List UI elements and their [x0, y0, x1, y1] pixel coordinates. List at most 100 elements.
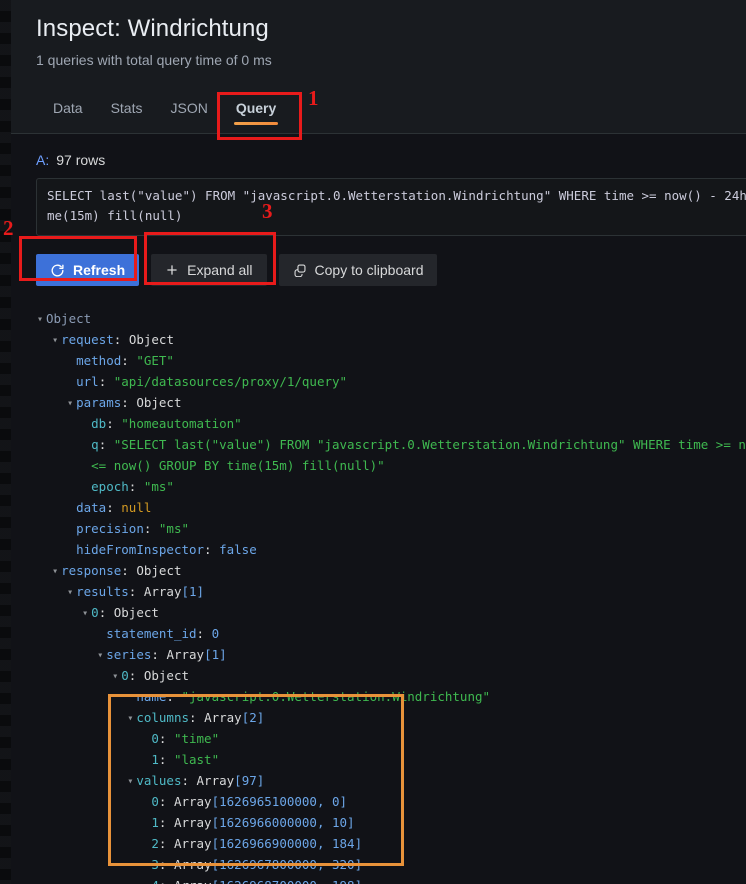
refresh-button-label: Refresh	[73, 262, 126, 278]
json-tree-row[interactable]: 2: Array[1626966900000, 184]	[37, 833, 746, 854]
json-tree-row[interactable]: ▾ Object	[37, 308, 746, 329]
json-array-meta: [1626966900000, 184]	[211, 836, 363, 851]
json-tree-row[interactable]: data: null	[37, 497, 746, 518]
json-tree-row[interactable]: hideFromInspector: false	[37, 539, 746, 560]
json-tree-row[interactable]: precision: "ms"	[37, 518, 746, 539]
json-tree-row[interactable]: statement_id: 0	[37, 623, 746, 644]
json-tree-row[interactable]: name: "javascript.0.Wetterstation.Windri…	[37, 686, 746, 707]
inspector-panel: Inspect: Windrichtung 1 queries with tot…	[11, 0, 746, 884]
json-type: Array	[173, 836, 212, 851]
json-tree-row[interactable]: ▾ response: Object	[37, 560, 746, 581]
query-action-bar: Refresh Expand all Copy to clipboard	[11, 236, 746, 286]
json-key: epoch	[91, 479, 129, 494]
json-array-meta: [1]	[181, 584, 205, 599]
json-separator: :	[143, 521, 159, 536]
json-key: name	[136, 689, 167, 704]
json-tree-row[interactable]: method: "GET"	[37, 350, 746, 371]
json-key: 1	[151, 752, 159, 767]
json-tree-row[interactable]: ▾ results: Array[1]	[37, 581, 746, 602]
json-value: "SELECT last("value") FROM "javascript.0…	[113, 437, 746, 452]
tree-toggle-icon[interactable]: ▾	[112, 666, 121, 687]
json-tree-row[interactable]: 0: "time"	[37, 728, 746, 749]
tab-stats[interactable]: Stats	[97, 92, 157, 130]
json-key: values	[136, 773, 182, 788]
json-tree-row[interactable]: ▾ request: Object	[37, 329, 746, 350]
json-tree-row[interactable]: 0: Array[1626965100000, 0]	[37, 791, 746, 812]
json-key: data	[76, 500, 107, 515]
tab-label: Stats	[110, 100, 143, 116]
json-separator: :	[158, 815, 174, 830]
tab-label: Query	[235, 100, 277, 116]
json-separator: :	[98, 437, 114, 452]
json-value: <= now() GROUP BY time(15m) fill(null)"	[91, 458, 385, 473]
json-separator: :	[189, 710, 205, 725]
json-key: 4	[151, 878, 159, 884]
copy-icon	[293, 263, 307, 277]
tab-label: JSON	[170, 100, 208, 116]
refresh-icon	[50, 263, 65, 278]
inspector-drawer: Inspect: Windrichtung 1 queries with tot…	[0, 0, 746, 884]
tab-data[interactable]: Data	[39, 92, 97, 130]
tree-toggle-icon[interactable]: ▾	[82, 603, 91, 624]
query-refid-label: A:	[36, 152, 50, 168]
json-tree-row[interactable]: ▾ series: Array[1]	[37, 644, 746, 665]
json-tree-row[interactable]: url: "api/datasources/proxy/1/query"	[37, 371, 746, 392]
tree-toggle-icon[interactable]: ▾	[52, 330, 61, 351]
json-separator: :	[166, 689, 182, 704]
json-tree-row[interactable]: ▾ values: Array[97]	[37, 770, 746, 791]
tree-toggle-icon[interactable]: ▾	[52, 561, 61, 582]
tree-toggle-icon[interactable]: ▾	[37, 309, 46, 330]
json-tree-row[interactable]: 4: Array[1626968700000, 198]	[37, 875, 746, 884]
json-key: db	[91, 416, 107, 431]
json-tree-row[interactable]: ▾ params: Object	[37, 392, 746, 413]
json-tree-row[interactable]: epoch: "ms"	[37, 476, 746, 497]
json-separator: :	[158, 794, 174, 809]
json-separator: :	[121, 353, 137, 368]
tree-toggle-icon[interactable]: ▾	[97, 645, 106, 666]
json-type: Array	[204, 710, 242, 725]
json-tree-row[interactable]: ▾ 0: Object	[37, 665, 746, 686]
json-separator: :	[158, 836, 174, 851]
json-tree-row[interactable]: 3: Array[1626967800000, 320]	[37, 854, 746, 875]
tree-toggle-icon[interactable]: ▾	[127, 708, 136, 729]
json-key: 3	[151, 857, 159, 872]
json-tree-row[interactable]: q: "SELECT last("value") FROM "javascrip…	[37, 434, 746, 455]
tab-active-indicator	[233, 122, 279, 125]
json-key: response	[61, 563, 122, 578]
inspector-header: Inspect: Windrichtung 1 queries with tot…	[11, 0, 746, 70]
json-tree-row[interactable]: <= now() GROUP BY time(15m) fill(null)"	[37, 455, 746, 476]
json-key: 0	[151, 731, 159, 746]
json-type: Object	[113, 605, 159, 620]
json-tree-row[interactable]: 1: "last"	[37, 749, 746, 770]
json-separator: :	[158, 752, 174, 767]
tab-query[interactable]: Query	[222, 92, 290, 130]
json-value: "time"	[173, 731, 220, 746]
json-tree-row[interactable]: db: "homeautomation"	[37, 413, 746, 434]
json-separator: :	[128, 668, 144, 683]
json-response-tree[interactable]: ▾ Object ▾ request: Object method: "GET" u…	[11, 308, 746, 884]
copy-to-clipboard-button[interactable]: Copy to clipboard	[278, 254, 438, 286]
tab-json[interactable]: JSON	[156, 92, 221, 130]
tab-label: Data	[53, 100, 83, 116]
refresh-button[interactable]: Refresh	[36, 254, 140, 286]
json-array-meta: [1626967800000, 320]	[211, 857, 363, 872]
tree-toggle-icon[interactable]: ▾	[67, 582, 76, 603]
json-tree-row[interactable]: ▾ columns: Array[2]	[37, 707, 746, 728]
tree-toggle-icon[interactable]: ▾	[127, 771, 136, 792]
tree-toggle-icon[interactable]: ▾	[67, 393, 76, 414]
sql-query-text[interactable]: SELECT last("value") FROM "javascript.0.…	[36, 178, 746, 236]
json-type: Array	[173, 794, 212, 809]
json-separator: :	[196, 626, 212, 641]
expand-all-button[interactable]: Expand all	[151, 254, 267, 286]
json-tree-row[interactable]: 1: Array[1626966000000, 10]	[37, 812, 746, 833]
json-type: Array	[173, 857, 212, 872]
json-tree-row[interactable]: ▾ 0: Object	[37, 602, 746, 623]
